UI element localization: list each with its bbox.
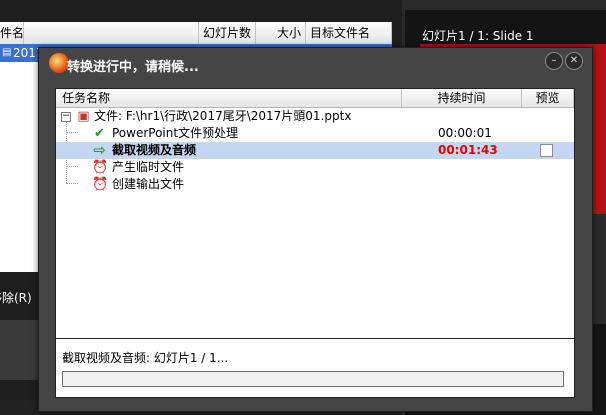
remove-button[interactable]: 移除(R)	[0, 289, 32, 306]
task-row[interactable]: ⏰ 创建输出文件	[56, 176, 574, 193]
dialog-title: 转换进行中，请稍候...	[67, 60, 199, 75]
status-text: 截取视频及音频: 幻灯片1 / 1...	[62, 351, 229, 365]
slide-title: 幻灯片1 / 1: Slide 1	[422, 29, 534, 43]
task-tree-header: 任务名称 持续时间 预览	[56, 89, 574, 108]
clock-icon: ⏰	[92, 160, 109, 175]
col-duration[interactable]: 持续时间	[402, 89, 522, 107]
dialog-titlebar[interactable]: 转换进行中，请稍候... – ✕	[39, 48, 592, 80]
close-button[interactable]: ✕	[565, 52, 583, 70]
task-row[interactable]: ⏰ 产生临时文件	[56, 159, 574, 176]
task-label: 产生临时文件	[112, 160, 185, 174]
task-duration: 00:00:01	[438, 126, 492, 140]
clock-icon: ⏰	[92, 177, 109, 192]
task-row[interactable]: ✔ PowerPoint文件预处理 00:00:01	[56, 125, 574, 142]
progress-bar	[62, 371, 564, 387]
bottom-toolbar	[0, 320, 40, 380]
collapse-icon[interactable]: −	[61, 112, 71, 122]
task-row-active[interactable]: ⇨ 截取视频及音频 00:01:43	[56, 142, 574, 159]
file-node[interactable]: − ▣ 文件: F:\hr1\行政\2017尾牙\2017片頭01.pptx	[56, 108, 574, 125]
task-label: 创建输出文件	[112, 177, 185, 191]
status-panel: 截取视频及音频: 幻灯片1 / 1...	[55, 338, 575, 398]
conversion-dialog: 转换进行中，请稍候... – ✕ 任务名称 持续时间 预览 − ▣ 文件: F:…	[38, 47, 593, 412]
bottom-strip	[0, 400, 40, 415]
task-tree: 任务名称 持续时间 预览 − ▣ 文件: F:\hr1\行政\2017尾牙\20…	[55, 88, 575, 340]
task-label: PowerPoint文件预处理	[112, 126, 239, 140]
col-size[interactable]: 大小	[256, 22, 306, 44]
col-filename[interactable]: 文件名	[0, 22, 24, 44]
col-task-name[interactable]: 任务名称	[56, 89, 402, 107]
task-label: 截取视频及音频	[112, 143, 197, 157]
minimize-button[interactable]: –	[545, 52, 563, 70]
col-slides[interactable]: 幻灯片数	[199, 22, 256, 44]
file-path: 文件: F:\hr1\行政\2017尾牙\2017片頭01.pptx	[94, 109, 352, 123]
task-duration: 00:01:43	[438, 143, 498, 157]
col-preview[interactable]: 预览	[522, 89, 574, 107]
preview-checkbox[interactable]	[540, 144, 553, 157]
app-logo-icon	[49, 53, 69, 73]
file-table-header: 文件名 幻灯片数 大小 目标文件名	[0, 22, 392, 45]
pptx-file-icon: ▣	[77, 109, 90, 124]
col-target[interactable]: 目标文件名	[306, 22, 392, 44]
check-icon: ✔	[94, 126, 105, 141]
file-icon: ▤	[2, 47, 12, 58]
arrow-right-icon: ⇨	[93, 141, 106, 159]
